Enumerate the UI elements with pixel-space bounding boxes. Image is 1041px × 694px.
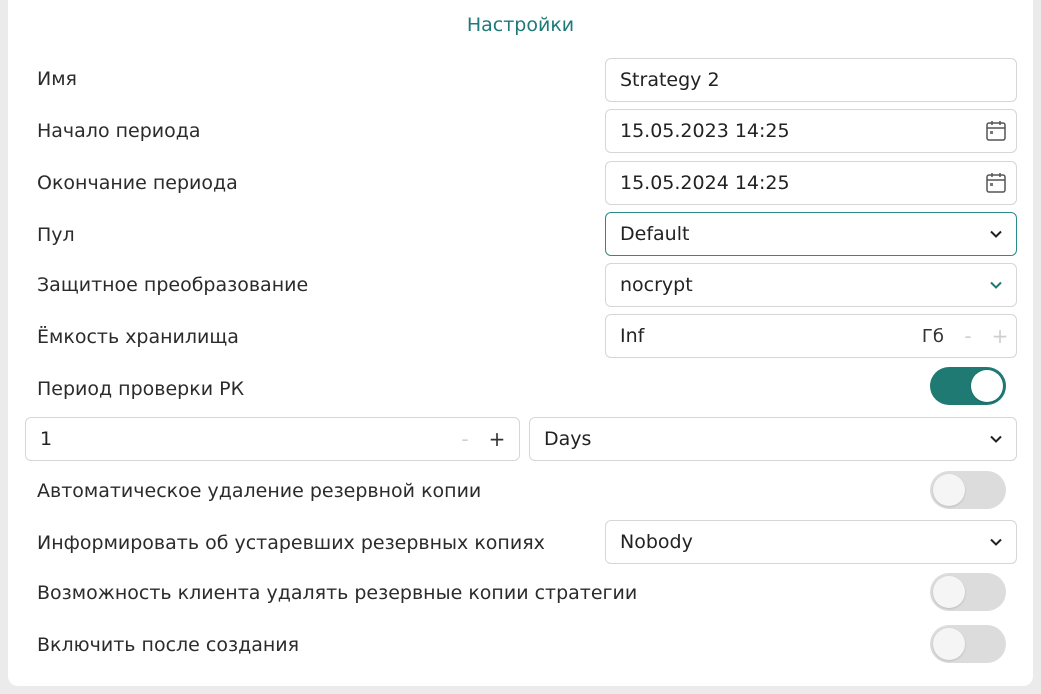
auto-delete-label: Автоматическое удаление резервной копии	[37, 480, 482, 502]
check-period-count-stepper[interactable]: 1 - +	[25, 417, 520, 461]
check-period-unit-value: Days	[544, 428, 592, 450]
check-period-label: Период проверки РК	[37, 378, 245, 400]
enable-after-toggle[interactable]	[930, 625, 1006, 663]
toggle-knob	[933, 576, 965, 608]
enable-after-label: Включить после создания	[37, 634, 300, 656]
toggle-knob	[971, 370, 1003, 402]
check-period-decrement-button[interactable]: -	[449, 427, 481, 451]
period-end-input[interactable]: 15.05.2024 14:25	[605, 161, 1017, 205]
chevron-down-icon[interactable]	[976, 522, 1016, 562]
period-start-label: Начало периода	[37, 120, 201, 142]
check-period-unit-select[interactable]: Days	[529, 417, 1017, 461]
period-end-value: 15.05.2024 14:25	[620, 172, 790, 194]
check-period-count-value: 1	[40, 428, 53, 450]
capacity-decrement-button[interactable]: -	[952, 324, 984, 348]
capacity-label: Ёмкость хранилища	[37, 326, 239, 348]
period-end-label: Окончание периода	[37, 172, 238, 194]
check-period-toggle[interactable]	[930, 367, 1006, 405]
calendar-icon[interactable]	[976, 111, 1016, 151]
period-start-input[interactable]: 15.05.2023 14:25	[605, 109, 1017, 153]
protection-select[interactable]: nocrypt	[605, 263, 1017, 307]
calendar-icon[interactable]	[976, 163, 1016, 203]
notify-label: Информировать об устаревших резервных ко…	[37, 532, 545, 554]
capacity-input[interactable]: Inf Гб - +	[605, 314, 1017, 358]
settings-panel: Настройки Имя Strategy 2 Начало периода …	[8, 0, 1033, 686]
name-label: Имя	[37, 68, 77, 90]
capacity-increment-button[interactable]: +	[984, 324, 1016, 348]
capacity-value: Inf	[620, 325, 645, 347]
panel-title: Настройки	[466, 14, 575, 36]
client-delete-label: Возможность клиента удалять резервные ко…	[37, 582, 638, 604]
chevron-down-icon[interactable]	[976, 265, 1016, 305]
toggle-knob	[933, 474, 965, 506]
notify-value: Nobody	[620, 531, 693, 553]
chevron-down-icon[interactable]	[976, 214, 1016, 254]
pool-value: Default	[620, 223, 690, 245]
name-value: Strategy 2	[620, 69, 720, 91]
chevron-down-icon[interactable]	[976, 419, 1016, 459]
protection-label: Защитное преобразование	[37, 274, 309, 296]
check-period-increment-button[interactable]: +	[481, 427, 513, 451]
pool-label: Пул	[37, 224, 75, 246]
client-delete-toggle[interactable]	[930, 573, 1006, 611]
pool-select[interactable]: Default	[605, 212, 1017, 256]
toggle-knob	[933, 628, 965, 660]
notify-select[interactable]: Nobody	[605, 520, 1017, 564]
capacity-unit: Гб	[921, 325, 944, 347]
protection-value: nocrypt	[620, 274, 693, 296]
auto-delete-toggle[interactable]	[930, 471, 1006, 509]
period-start-value: 15.05.2023 14:25	[620, 120, 790, 142]
name-input[interactable]: Strategy 2	[605, 58, 1017, 102]
